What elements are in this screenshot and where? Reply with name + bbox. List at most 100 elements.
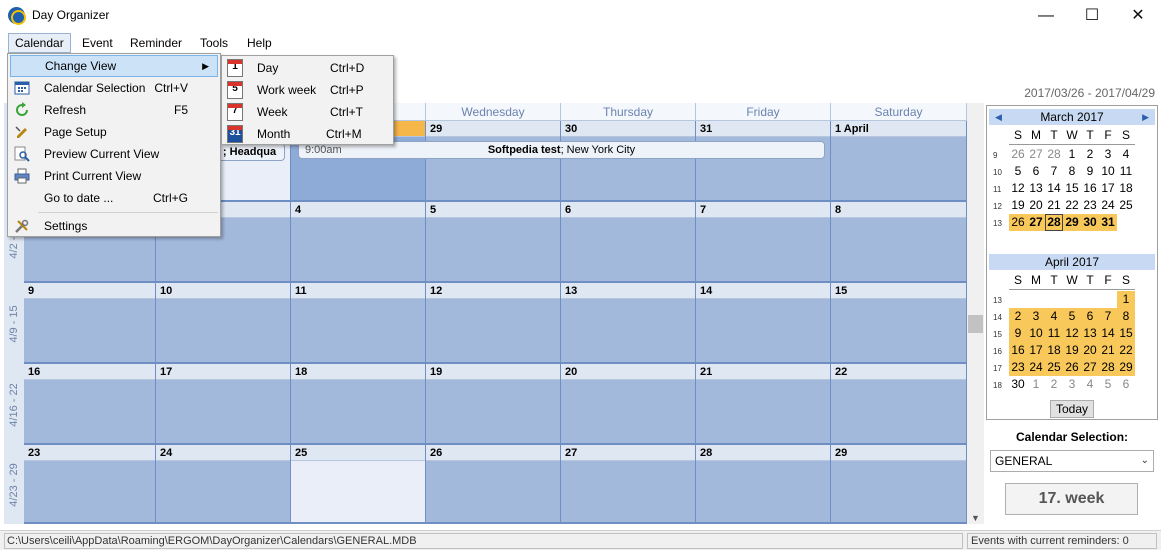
maximize-button[interactable]: ☐ [1069, 0, 1115, 31]
mini-day[interactable]: 9 [1081, 163, 1099, 180]
view-day[interactable]: 1 Day Ctrl+D [224, 57, 391, 79]
mini-day[interactable]: 28 [1045, 146, 1063, 163]
day-cell[interactable]: 11 [291, 283, 426, 364]
mini-day[interactable]: 27 [1081, 359, 1099, 376]
mini-day[interactable]: 6 [1081, 308, 1099, 325]
mini-day[interactable]: 5 [1009, 163, 1027, 180]
day-cell[interactable]: 28 [696, 445, 831, 524]
day-cell[interactable]: 17 [156, 364, 291, 445]
day-cell[interactable]: 29 [426, 121, 561, 202]
menu-event[interactable]: Event [76, 33, 119, 53]
menu-refresh[interactable]: Refresh F5 [10, 99, 218, 121]
mini-day[interactable]: 4 [1117, 146, 1135, 163]
mini-day[interactable]: 22 [1117, 342, 1135, 359]
mini-day[interactable]: 2 [1045, 376, 1063, 393]
event-headquarters[interactable]: ; Headqua [214, 143, 285, 161]
view-work-week[interactable]: 5 Work week Ctrl+P [224, 79, 391, 101]
menu-print-current-view[interactable]: Print Current View [10, 165, 218, 187]
mini-day[interactable]: 8 [1117, 308, 1135, 325]
menu-tools[interactable]: Tools [194, 33, 234, 53]
day-cell[interactable]: 19 [426, 364, 561, 445]
day-cell[interactable]: 4 [291, 202, 426, 283]
menu-calendar[interactable]: Calendar [8, 33, 71, 53]
mini-day[interactable]: 10 [1027, 325, 1045, 342]
calendar-selection-dropdown[interactable]: GENERAL ⌄ [990, 450, 1154, 472]
mini-day[interactable]: 21 [1099, 342, 1117, 359]
mini-day[interactable]: 27 [1027, 214, 1045, 231]
day-cell[interactable]: 31 [696, 121, 831, 202]
day-cell[interactable]: 27 [561, 445, 696, 524]
day-cell[interactable]: 30 [561, 121, 696, 202]
mini-day[interactable]: 10 [1099, 163, 1117, 180]
menu-change-view[interactable]: Change View ▶ [10, 55, 218, 77]
mini-day[interactable]: 20 [1081, 342, 1099, 359]
mini-day[interactable]: 4 [1045, 308, 1063, 325]
menu-go-to-date[interactable]: Go to date ... Ctrl+G [10, 187, 218, 209]
mini-day[interactable]: 12 [1009, 180, 1027, 197]
calendar-scrollbar[interactable]: ▼ [967, 103, 984, 524]
mini-day[interactable]: 25 [1117, 197, 1135, 214]
mini-day[interactable]: 27 [1027, 146, 1045, 163]
mini-day[interactable]: 29 [1063, 214, 1081, 231]
mini-day[interactable]: 23 [1081, 197, 1099, 214]
mini-day[interactable]: 2 [1081, 146, 1099, 163]
today-button[interactable]: Today [1050, 400, 1094, 418]
mini-day[interactable]: 3 [1027, 308, 1045, 325]
mini-day[interactable]: 19 [1063, 342, 1081, 359]
mini-day[interactable]: 19 [1009, 197, 1027, 214]
view-week[interactable]: 7 Week Ctrl+T [224, 101, 391, 123]
mini-day[interactable]: 17 [1027, 342, 1045, 359]
day-cell[interactable]: 7 [696, 202, 831, 283]
day-cell[interactable]: 9 [24, 283, 156, 364]
day-cell[interactable]: 23 [24, 445, 156, 524]
mini-day[interactable]: 1 [1027, 376, 1045, 393]
mini-day[interactable]: 23 [1009, 359, 1027, 376]
mini-day[interactable]: 6 [1027, 163, 1045, 180]
mini-day[interactable]: 26 [1009, 214, 1027, 231]
day-cell[interactable]: 6 [561, 202, 696, 283]
mini-day[interactable]: 15 [1063, 180, 1081, 197]
mini-day[interactable]: 28 [1099, 359, 1117, 376]
mini-day[interactable]: 13 [1027, 180, 1045, 197]
day-cell[interactable]: 12 [426, 283, 561, 364]
view-month[interactable]: 31 Month Ctrl+M [224, 123, 391, 145]
mini-day[interactable]: 17 [1099, 180, 1117, 197]
week-label[interactable]: 4/9 - 15 [4, 283, 24, 364]
mini-day[interactable]: 28 [1045, 214, 1063, 231]
mini-day[interactable]: 22 [1063, 197, 1081, 214]
day-cell[interactable]: 1 April [831, 121, 967, 202]
day-cell[interactable]: 24 [156, 445, 291, 524]
menu-settings[interactable]: Settings [10, 215, 218, 237]
mini-day[interactable]: 2 [1009, 308, 1027, 325]
week-label[interactable]: 4/23 - 29 [4, 445, 24, 524]
mini-day[interactable]: 26 [1009, 146, 1027, 163]
mini-day[interactable]: 18 [1117, 180, 1135, 197]
mini-day[interactable]: 6 [1117, 376, 1135, 393]
mini-day[interactable]: 15 [1117, 325, 1135, 342]
day-cell[interactable]: 26 [426, 445, 561, 524]
mini-day[interactable]: 3 [1063, 376, 1081, 393]
day-cell[interactable]: 29 [831, 445, 967, 524]
close-button[interactable]: ✕ [1115, 0, 1161, 31]
mini-day[interactable]: 18 [1045, 342, 1063, 359]
menu-preview-current-view[interactable]: Preview Current View [10, 143, 218, 165]
day-cell[interactable]: 16 [24, 364, 156, 445]
mini-day[interactable]: 16 [1081, 180, 1099, 197]
mini-day[interactable]: 8 [1063, 163, 1081, 180]
menu-page-setup[interactable]: Page Setup [10, 121, 218, 143]
mini-day[interactable]: 25 [1045, 359, 1063, 376]
mini-day[interactable]: 4 [1081, 376, 1099, 393]
mini-day[interactable]: 14 [1099, 325, 1117, 342]
scrollbar-thumb[interactable] [968, 315, 983, 333]
mini-day[interactable]: 1 [1117, 291, 1135, 308]
mini-day[interactable]: 30 [1081, 214, 1099, 231]
mini-day[interactable]: 29 [1117, 359, 1135, 376]
mini-day[interactable]: 24 [1027, 359, 1045, 376]
scroll-down-arrow-icon[interactable]: ▼ [967, 513, 984, 523]
mini-day[interactable]: 12 [1063, 325, 1081, 342]
day-cell[interactable]: 13 [561, 283, 696, 364]
mini-day[interactable]: 9 [1009, 325, 1027, 342]
day-cell[interactable]: 18 [291, 364, 426, 445]
day-cell[interactable]: 5 [426, 202, 561, 283]
mini-day[interactable]: 26 [1063, 359, 1081, 376]
